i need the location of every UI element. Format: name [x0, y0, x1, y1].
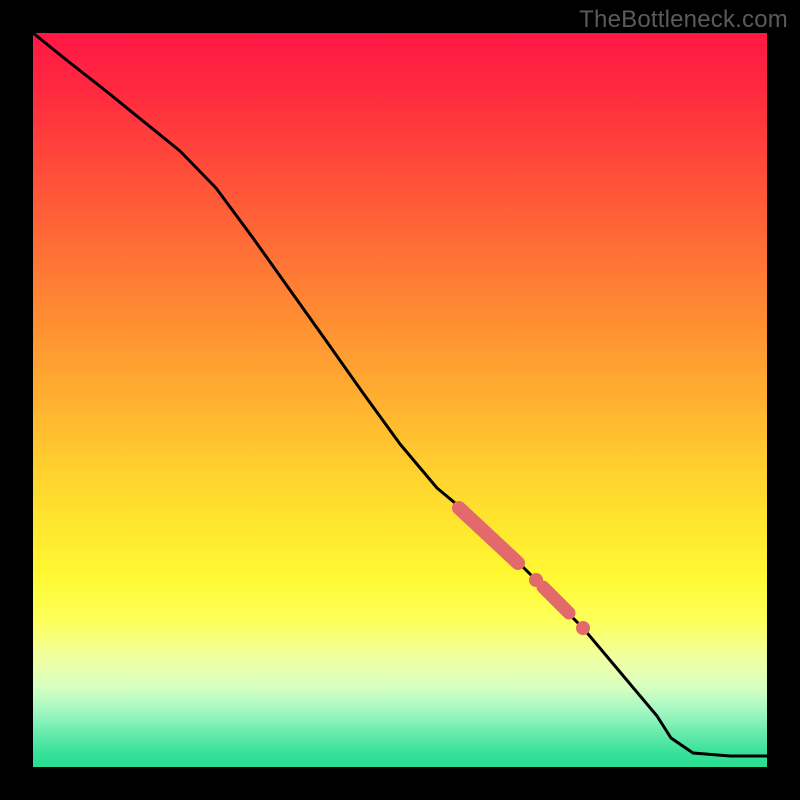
highlight-dot-2 [576, 621, 590, 635]
highlight-segment-1 [459, 508, 518, 563]
bottleneck-curve [33, 33, 767, 756]
chart-overlay [33, 33, 767, 767]
highlight-segment-2 [543, 587, 569, 613]
plot-area [33, 33, 767, 767]
watermark-text: TheBottleneck.com [579, 6, 788, 34]
chart-frame: TheBottleneck.com [0, 0, 800, 800]
